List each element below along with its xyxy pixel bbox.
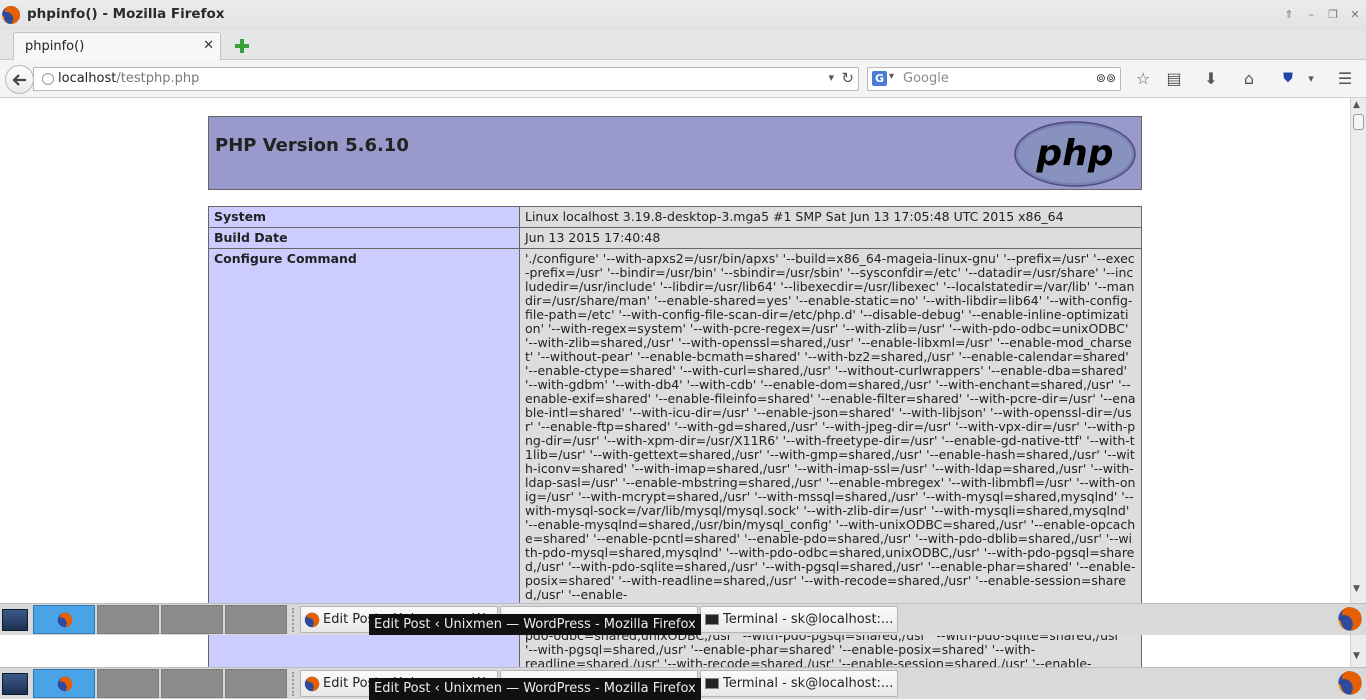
task-tooltip: Edit Post ‹ Unixmen — WordPress - Mozill… [369,614,701,636]
history-dropdown-icon[interactable]: ▾ [828,71,834,84]
workspace-4[interactable] [225,605,287,634]
window-title: phpinfo() - Mozilla Firefox [27,6,225,22]
window-close-button[interactable]: ✕ [1346,7,1364,23]
url-bar[interactable]: localhost/testphp.php ▾ ↻ [33,67,859,91]
workspace-4[interactable] [225,669,287,698]
tab-label: phpinfo() [25,39,85,54]
php-version-title: PHP Version 5.6.10 [215,135,409,156]
firefox-icon [304,612,320,628]
back-arrow-icon [12,74,26,86]
table-value-column: pdo-odbc=shared,unixODBC,/usr' '--with-p… [520,635,1142,668]
firefox-icon [2,5,20,24]
tab-phpinfo[interactable]: phpinfo() ✕ [13,32,221,61]
binoculars-search-icon[interactable]: ⊚⊚ [1096,71,1116,85]
url-text[interactable]: localhost/testphp.php [58,71,199,86]
bookmarks-menu-icon[interactable]: ▤ [1164,69,1184,89]
page-content: PHP Version 5.6.10 php System Linux loca… [0,98,1350,604]
terminal-icon [705,614,719,625]
firefox-icon [57,676,73,692]
show-desktop-icon[interactable] [2,609,28,631]
window-shade-button[interactable]: ⇑ [1280,7,1298,23]
tab-strip: phpinfo() ✕ [0,30,1366,61]
search-engine-dropdown-icon[interactable]: ▾ [889,71,894,82]
task-terminal[interactable]: Terminal - sk@localhost:... [700,670,898,697]
row-value: './configure' '--with-apxs2=/usr/bin/apx… [519,248,1142,604]
scroll-down-icon[interactable]: ▼ [1353,651,1360,661]
table-row: System Linux localhost 3.19.8-desktop-3.… [208,206,1142,228]
bookmark-star-icon[interactable]: ☆ [1133,69,1153,89]
taskbar-handle[interactable] [292,672,296,696]
terminal-icon [705,678,719,689]
taskbar-handle[interactable] [292,608,296,632]
home-icon[interactable]: ⌂ [1239,69,1259,89]
open-menu-icon[interactable]: ☰ [1335,69,1355,89]
window-minimize-button[interactable]: – [1302,7,1320,23]
adblock-icon[interactable]: ⛊ [1278,69,1298,89]
navigation-toolbar: localhost/testphp.php ▾ ↻ G ▾ Google ⊚⊚ … [0,60,1366,98]
globe-icon [42,73,54,85]
table-key-column [208,635,520,668]
taskbar: Edit Post ‹ Unixmen — WordPress - Mozill… [0,603,1366,636]
php-logo: php [1014,121,1136,187]
task-label: Terminal - sk@localhost:... [723,676,894,691]
table-row: Build Date Jun 13 2015 17:40:48 [208,227,1142,249]
scroll-up-icon[interactable]: ▲ [1353,100,1360,110]
vertical-scrollbar[interactable]: ▲ ▼ ▲ ▼ [1350,98,1366,668]
window-titlebar: phpinfo() - Mozilla Firefox ⇑ – ❐ ✕ [0,0,1366,30]
scrollbar-thumb[interactable] [1353,114,1364,130]
show-desktop-icon[interactable] [2,673,28,695]
firefox-launcher-icon[interactable] [1337,670,1363,696]
php-version-header: PHP Version 5.6.10 php [208,116,1142,190]
search-engine-icon[interactable]: G [872,71,887,86]
row-key: Configure Command [208,248,520,604]
search-bar[interactable]: G ▾ Google ⊚⊚ [867,67,1121,91]
php-info-table: System Linux localhost 3.19.8-desktop-3.… [208,206,1142,604]
firefox-launcher-icon[interactable] [1337,606,1363,632]
close-tab-icon[interactable]: ✕ [203,38,214,53]
back-button[interactable] [5,65,34,94]
task-terminal[interactable]: Terminal - sk@localhost:... [700,606,898,633]
new-tab-plus-icon[interactable] [232,36,252,56]
reload-icon[interactable]: ↻ [841,69,854,87]
row-key: System [208,206,520,228]
workspace-2[interactable] [97,669,159,698]
workspace-2[interactable] [97,605,159,634]
task-tooltip: Edit Post ‹ Unixmen — WordPress - Mozill… [369,678,701,700]
workspace-1[interactable] [33,605,95,634]
workspace-3[interactable] [161,669,223,698]
page-content-duplicate: pdo-odbc=shared,unixODBC,/usr' '--with-p… [0,635,1350,668]
row-value: Jun 13 2015 17:40:48 [519,227,1142,249]
row-value: Linux localhost 3.19.8-desktop-3.mga5 #1… [519,206,1142,228]
row-key: Build Date [208,227,520,249]
ghost-line: '--with-pgsql=shared,/usr' '--enable-pha… [525,642,1036,657]
firefox-icon [57,612,73,628]
url-path: /testphp.php [116,71,200,86]
scroll-down-icon[interactable]: ▼ [1353,584,1360,594]
workspace-3[interactable] [161,605,223,634]
firefox-icon [304,676,320,692]
adblock-dropdown-icon[interactable]: ▾ [1301,69,1321,89]
taskbar: Edit Post ‹ Unixmen — WordPress - Mozill… [0,667,1366,700]
downloads-icon[interactable]: ⬇ [1201,69,1221,89]
svg-text:php: php [1035,133,1113,174]
task-label: Terminal - sk@localhost:... [723,612,894,627]
search-input[interactable]: Google [903,71,949,86]
window-maximize-button[interactable]: ❐ [1324,7,1342,23]
table-row: Configure Command './configure' '--with-… [208,248,1142,604]
workspace-1[interactable] [33,669,95,698]
url-host: localhost [58,71,117,86]
